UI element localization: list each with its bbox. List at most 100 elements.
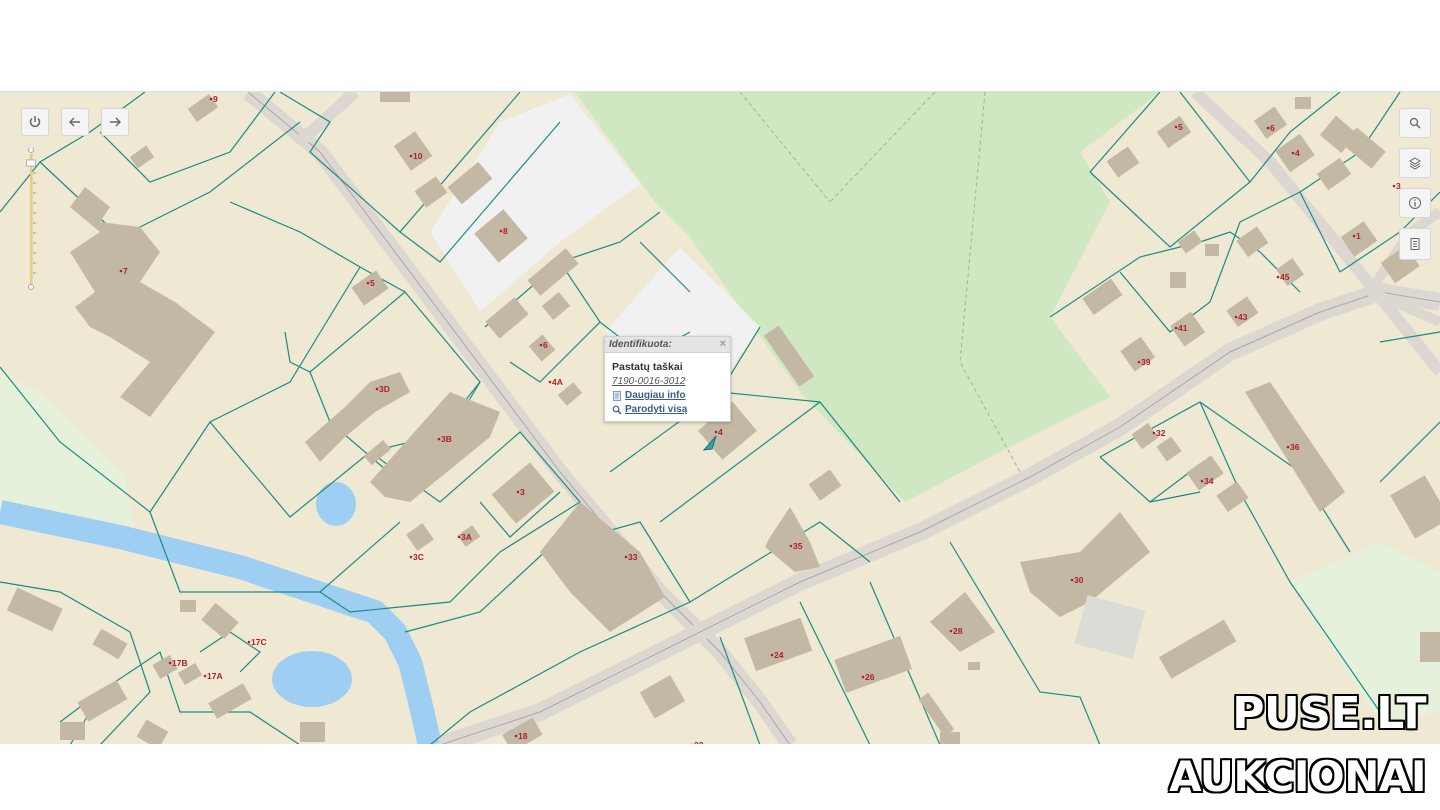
identify-popup: Identifikuota: × Pastatų taškai 7190-001… — [604, 336, 731, 422]
building-point[interactable] — [1276, 275, 1280, 279]
building-label: 7 — [123, 266, 128, 276]
building-point[interactable] — [714, 430, 718, 434]
building-label: 3C — [413, 552, 424, 562]
zoom-thumb — [26, 159, 36, 167]
building-point[interactable] — [457, 535, 461, 539]
building-label: 1 — [1356, 231, 1361, 241]
building-point[interactable] — [247, 640, 251, 644]
building-point[interactable] — [1392, 184, 1396, 188]
power-button[interactable] — [21, 108, 49, 136]
watermark-line1: PUSE.LT — [1232, 688, 1426, 739]
building-point[interactable] — [209, 97, 213, 101]
building-label: 4A — [552, 377, 563, 387]
building-point[interactable] — [1137, 360, 1141, 364]
building-point[interactable] — [409, 555, 413, 559]
document-icon — [613, 390, 621, 401]
pond — [272, 651, 352, 707]
building-point[interactable] — [1291, 151, 1295, 155]
building-label: 35 — [793, 541, 803, 551]
building-label: 45 — [1280, 272, 1290, 282]
more-info-link[interactable]: Daugiau info — [612, 390, 730, 401]
map-viewport[interactable]: 9 10 8 7 5 6 4A 4 3D 3B 3 3A 3C 33 35 17… — [0, 91, 1440, 744]
show-all-label: Parodyti visą — [625, 404, 688, 415]
building-label: 3D — [379, 384, 390, 394]
building-label: 3 — [520, 487, 525, 497]
building-label: 4 — [718, 427, 723, 437]
pond — [316, 482, 356, 526]
building-label: 10 — [413, 151, 423, 161]
power-icon — [29, 116, 41, 128]
building-point[interactable] — [548, 380, 552, 384]
building-label: 26 — [865, 672, 875, 682]
building-point[interactable] — [119, 269, 123, 273]
magnifier-icon — [612, 405, 622, 414]
building-label: 30 — [1074, 575, 1084, 585]
building-point[interactable] — [1352, 234, 1356, 238]
building-point[interactable] — [949, 629, 953, 633]
close-icon[interactable]: × — [720, 337, 726, 352]
building-label: 9 — [213, 94, 218, 104]
popup-header: Identifikuota: × — [605, 337, 730, 353]
building-point[interactable] — [375, 387, 379, 391]
popup-title: Pastatų taškai — [612, 361, 683, 373]
building-point[interactable] — [366, 281, 370, 285]
info-button[interactable] — [1399, 188, 1431, 218]
building-label: 36 — [1290, 442, 1300, 452]
building-label: 22 — [694, 740, 704, 744]
building-point[interactable] — [514, 734, 518, 738]
building-point[interactable] — [861, 675, 865, 679]
building-point[interactable] — [1174, 326, 1178, 330]
building-point[interactable] — [539, 343, 543, 347]
search-icon — [1409, 117, 1421, 129]
building-label: 4 — [1295, 148, 1300, 158]
building-point[interactable] — [437, 437, 441, 441]
building-label: 32 — [1156, 428, 1166, 438]
building-point[interactable] — [789, 544, 793, 548]
building-label: 39 — [1141, 357, 1151, 367]
building-label: 41 — [1178, 323, 1188, 333]
legend-button[interactable] — [1399, 228, 1431, 260]
building-label: 3A — [461, 532, 472, 542]
zoom-out-handle — [28, 284, 34, 290]
building-label: 43 — [1238, 312, 1248, 322]
cadastral-code-link[interactable]: 7190-0016-3012 — [612, 376, 730, 387]
building-label: 28 — [953, 626, 963, 636]
info-icon — [1409, 197, 1421, 209]
building-point[interactable] — [168, 661, 172, 665]
building-label: 8 — [503, 226, 508, 236]
building-point[interactable] — [1152, 431, 1156, 435]
search-button[interactable] — [1399, 108, 1431, 138]
building-label: 17A — [207, 671, 223, 681]
document-list-icon — [1410, 238, 1420, 250]
building-point[interactable] — [1286, 445, 1290, 449]
building-point[interactable] — [624, 555, 628, 559]
forward-button[interactable] — [101, 108, 129, 136]
back-button[interactable] — [61, 108, 89, 136]
layers-button[interactable] — [1399, 148, 1431, 178]
building-point[interactable] — [1070, 578, 1074, 582]
building-label: 18 — [518, 731, 528, 741]
building-point[interactable] — [203, 674, 207, 678]
building-point[interactable] — [1174, 125, 1178, 129]
building-label: 5 — [1178, 122, 1183, 132]
building-point[interactable] — [499, 229, 503, 233]
building-point[interactable] — [770, 653, 774, 657]
building-point[interactable] — [1234, 315, 1238, 319]
show-all-link[interactable]: Parodyti visą — [612, 404, 730, 415]
zoom-slider[interactable] — [26, 148, 36, 290]
building-label: 6 — [543, 340, 548, 350]
building-point[interactable] — [1200, 479, 1204, 483]
arrow-left-icon — [69, 117, 80, 127]
watermark-line2: AUKCIONAI — [1169, 752, 1426, 801]
building-point[interactable] — [409, 154, 413, 158]
building-label: 17C — [251, 637, 267, 647]
more-info-label: Daugiau info — [625, 390, 686, 401]
building-label: 3B — [441, 434, 452, 444]
building-label: 34 — [1204, 476, 1214, 486]
layers-icon — [1409, 157, 1421, 170]
building-point[interactable] — [1266, 126, 1270, 130]
arrow-right-icon — [110, 117, 121, 127]
building-point[interactable] — [516, 490, 520, 494]
building-label: 17B — [172, 658, 188, 668]
zoom-in-handle — [28, 148, 34, 153]
